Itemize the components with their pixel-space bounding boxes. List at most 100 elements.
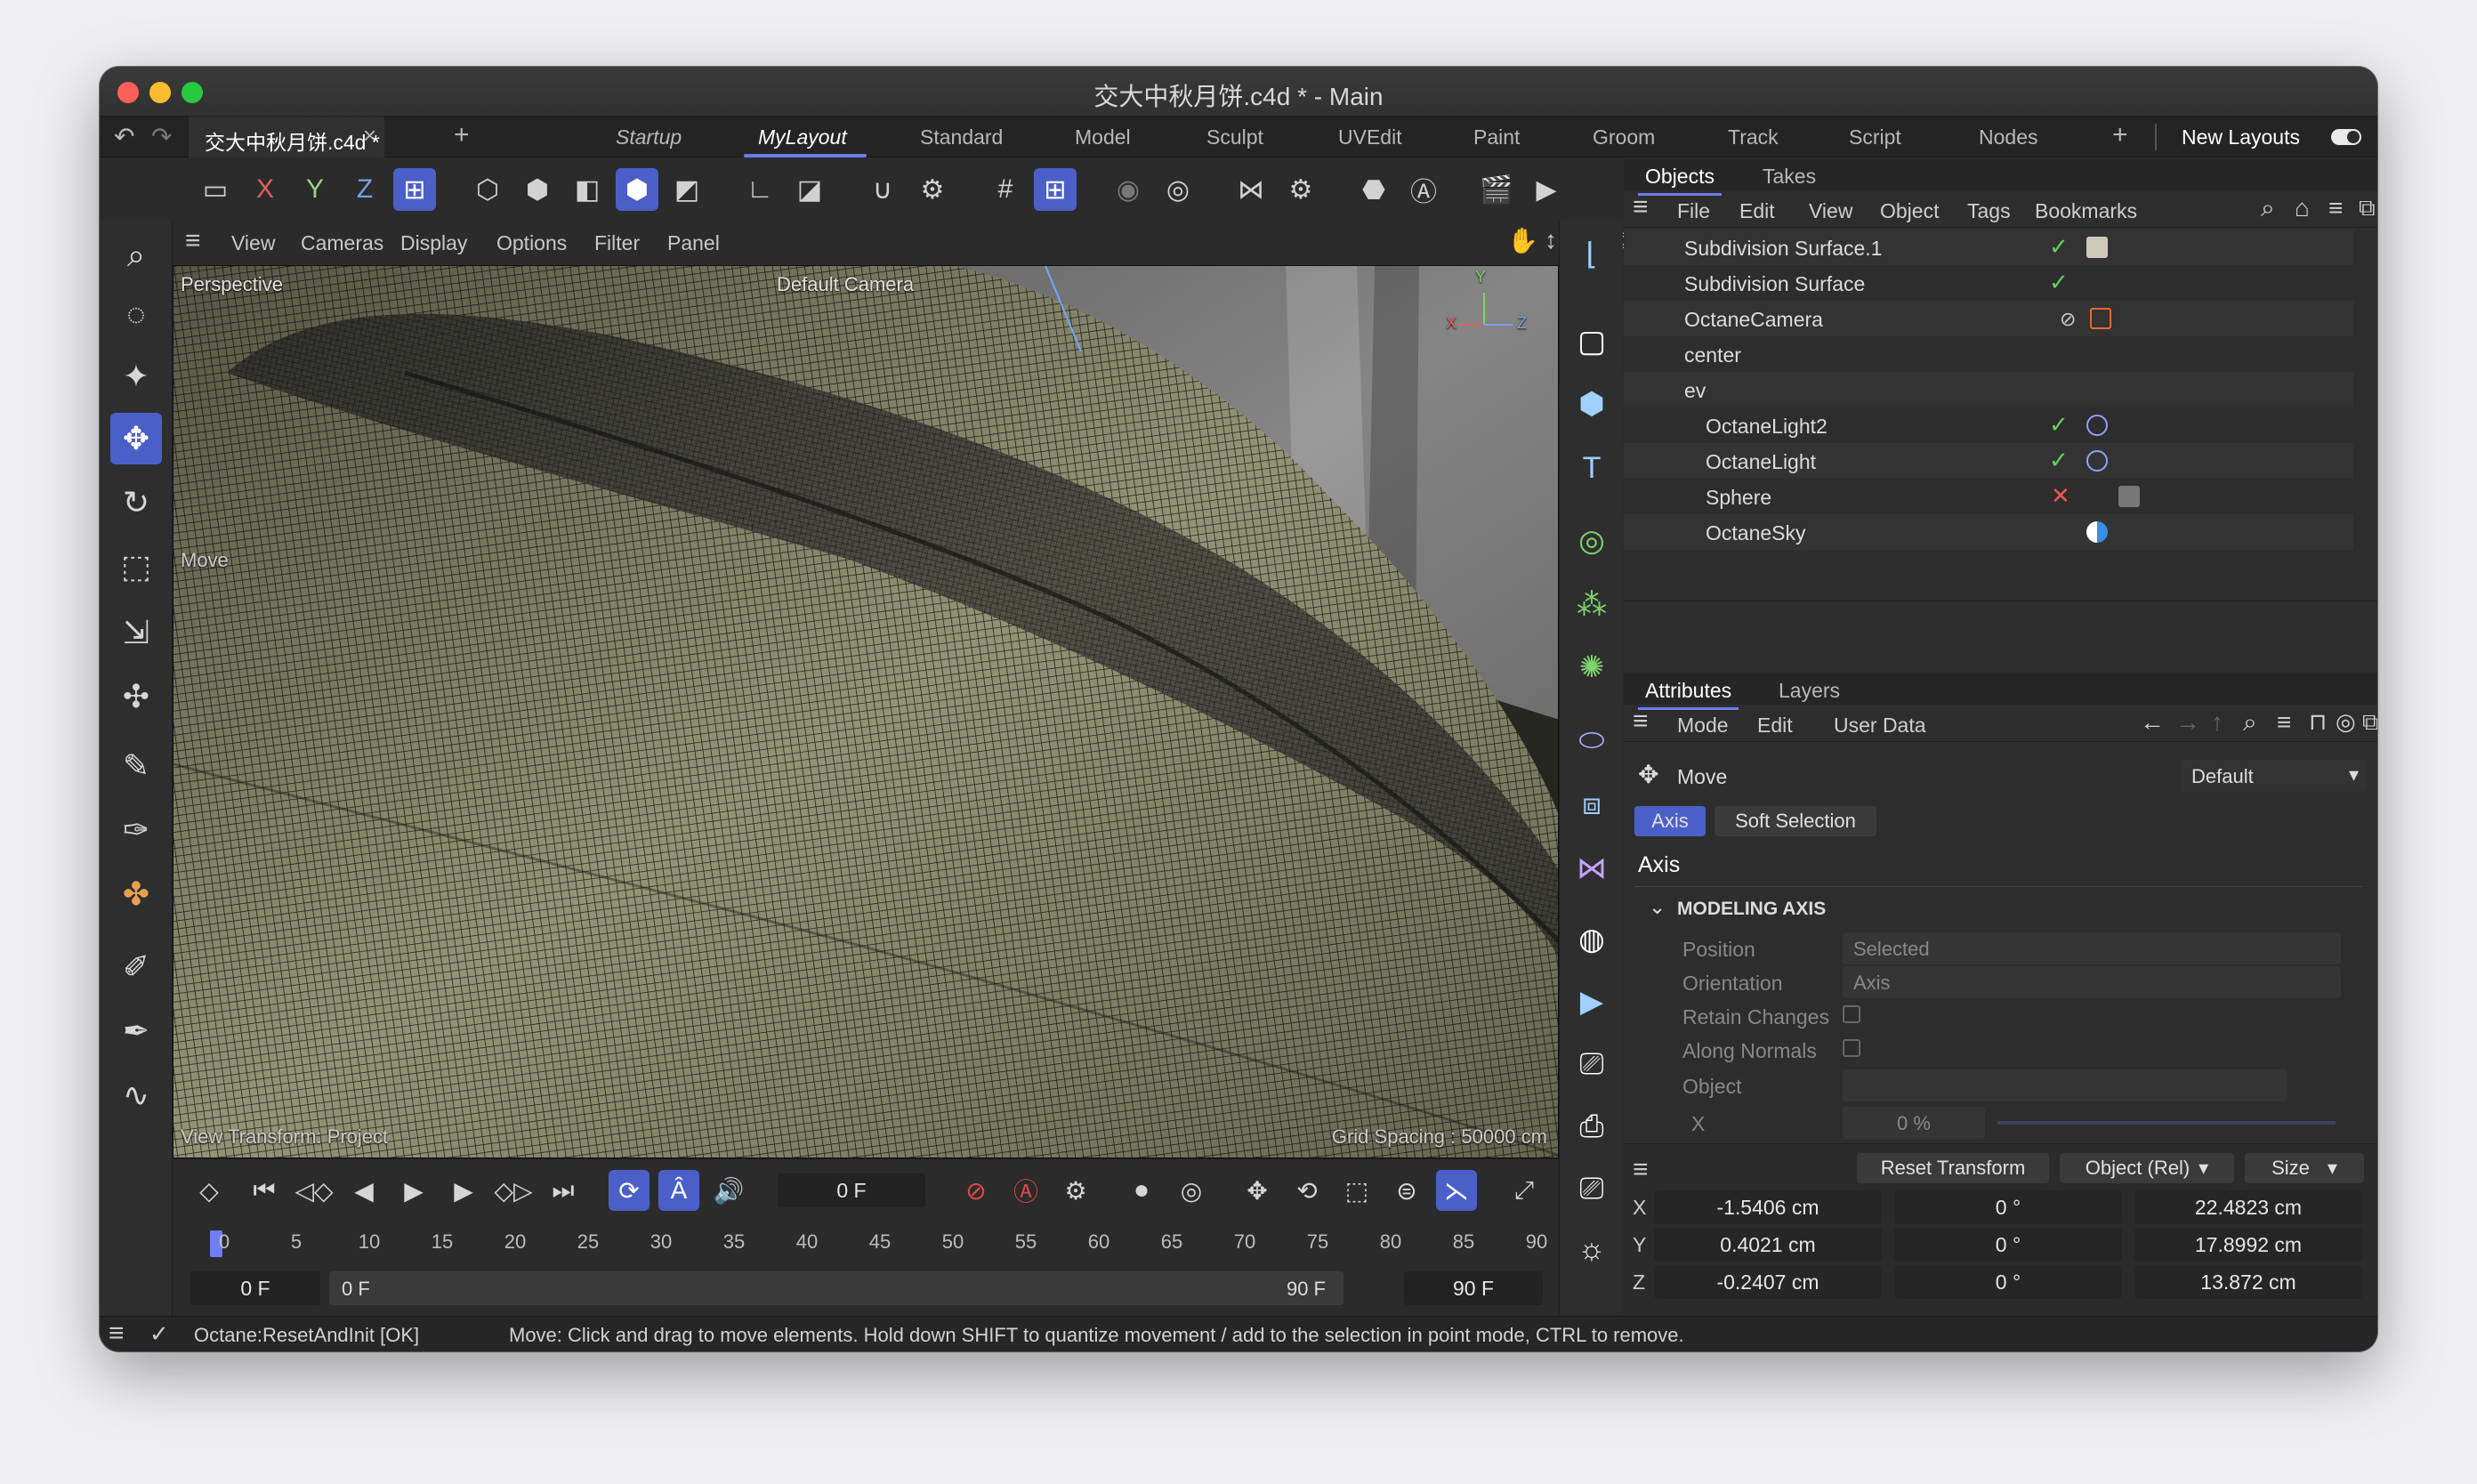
camera-label[interactable]: Default Camera: [777, 273, 914, 296]
loop-icon[interactable]: ⟳: [609, 1170, 650, 1211]
object-row[interactable]: ev: [1624, 372, 2353, 407]
uv-mode-icon[interactable]: ◩: [666, 168, 708, 211]
attributes-new-window-icon[interactable]: ⧉: [2362, 708, 2377, 737]
size-y-field[interactable]: 17.8992 cm: [2134, 1228, 2362, 1262]
sculpt-tool-icon[interactable]: ∿: [110, 1069, 162, 1121]
lock-icon[interactable]: ⊓: [2309, 708, 2327, 736]
layout-tab-uvedit[interactable]: UVEdit: [1338, 125, 1402, 149]
new-layouts-toggle[interactable]: [2331, 129, 2361, 145]
grid-snap-icon[interactable]: #: [984, 168, 1027, 211]
transfer-tool-icon[interactable]: ⇲: [110, 607, 162, 658]
solo-icon[interactable]: ◪: [788, 168, 831, 211]
position-dropdown[interactable]: Selected: [1843, 932, 2341, 964]
coordinate-mode-dropdown[interactable]: Object (Rel) ▾: [2060, 1153, 2234, 1183]
object-row[interactable]: OctaneSky: [1624, 514, 2353, 550]
null-object-icon[interactable]: ⌊: [1567, 230, 1617, 279]
key-position-icon[interactable]: ✥: [1237, 1170, 1278, 1211]
autokey-icon[interactable]: Ⓐ: [1005, 1170, 1046, 1211]
rotation-b-field[interactable]: 0 °: [1894, 1265, 2122, 1299]
viewport-menu-cameras[interactable]: Cameras: [301, 231, 383, 255]
layout-tab-track[interactable]: Track: [1728, 125, 1779, 149]
rotation-h-field[interactable]: 0 °: [1894, 1190, 2122, 1224]
play-icon[interactable]: ▶: [393, 1170, 434, 1211]
disabled-x-icon[interactable]: ✕: [2051, 482, 2070, 510]
key-scale-icon[interactable]: ⬚: [1336, 1170, 1377, 1211]
keyframe-diamond-icon[interactable]: ◇: [189, 1170, 230, 1211]
selection-tools-icon[interactable]: ✦: [110, 351, 162, 402]
edges-mode-icon[interactable]: ⬢: [516, 168, 559, 211]
end-frame-field[interactable]: 90 F: [1404, 1271, 1543, 1305]
motion-record-icon[interactable]: ⏺: [1121, 1170, 1162, 1211]
z-axis-lock-button[interactable]: Z: [343, 168, 386, 211]
y-axis-lock-button[interactable]: Y: [294, 168, 336, 211]
material-tag-icon[interactable]: [2118, 486, 2140, 507]
layout-tab-script[interactable]: Script: [1849, 125, 1901, 149]
objects-home-icon[interactable]: ⌂: [2295, 194, 2310, 222]
viewport-menu-options[interactable]: Options: [496, 231, 567, 255]
document-tab[interactable]: 交大中秋月饼.c4d * ×: [189, 117, 384, 157]
object-row[interactable]: OctaneCamera ⊘: [1624, 301, 2353, 336]
reset-transform-button[interactable]: Reset Transform: [1857, 1153, 2049, 1183]
tab-attributes[interactable]: Attributes: [1637, 679, 1739, 710]
size-x-field[interactable]: 22.4823 cm: [2134, 1190, 2362, 1224]
rotation-p-field[interactable]: 0 °: [1894, 1228, 2122, 1262]
add-layout-button[interactable]: +: [2112, 120, 2128, 150]
object-row[interactable]: Sphere ✕: [1624, 479, 2353, 514]
status-hamburger-icon[interactable]: ≡: [109, 1319, 125, 1349]
enabled-check-icon[interactable]: ✓: [2049, 269, 2069, 296]
knife-tool-icon[interactable]: ✒: [110, 1005, 162, 1057]
light-tag-icon[interactable]: [2086, 450, 2108, 472]
retain-changes-checkbox[interactable]: [1843, 1005, 1860, 1023]
group-title[interactable]: MODELING AXIS: [1677, 899, 1826, 920]
octane-camera-tag-icon[interactable]: [2090, 308, 2111, 329]
axis-mode-icon[interactable]: ∟: [738, 168, 781, 211]
sound-icon[interactable]: 🔊: [708, 1170, 749, 1211]
attributes-menu-edit[interactable]: Edit: [1757, 714, 1793, 738]
spline-tools-icon[interactable]: ✑: [110, 804, 162, 856]
scene-camera-icon[interactable]: ⎚: [1567, 1039, 1617, 1089]
cloner-icon[interactable]: ⁂: [1567, 580, 1617, 630]
objects-filter-icon[interactable]: ≡: [2328, 194, 2343, 222]
x-axis-lock-button[interactable]: X: [244, 168, 286, 211]
objects-menu-file[interactable]: File: [1677, 199, 1710, 223]
layout-tab-sculpt[interactable]: Sculpt: [1206, 125, 1263, 149]
layout-tab-mylayout[interactable]: MyLayout: [758, 125, 847, 149]
objects-search-icon[interactable]: ⌕: [2261, 194, 2275, 223]
object-row[interactable]: Subdivision Surface ✓: [1624, 265, 2353, 301]
key-pla-icon[interactable]: ⋋: [1436, 1170, 1477, 1211]
symmetry-icon[interactable]: ⋈: [1230, 168, 1272, 211]
search-icon[interactable]: ⌕: [110, 230, 162, 281]
live-selection-icon[interactable]: ◌: [110, 288, 162, 340]
next-key-icon[interactable]: ◇▷: [493, 1170, 534, 1211]
auto-mode-icon[interactable]: Ⓐ: [1402, 168, 1445, 211]
object-row[interactable]: center: [1624, 336, 2353, 372]
polygon-pen-icon[interactable]: ✤: [110, 868, 162, 920]
cube-primitive-icon[interactable]: ⬢: [1567, 379, 1617, 429]
key-rotation-icon[interactable]: ⟲: [1287, 1170, 1327, 1211]
object-mode-icon[interactable]: ⬢: [616, 168, 658, 211]
move-tool-icon[interactable]: ✥: [110, 413, 162, 464]
object-row[interactable]: OctaneLight ✓: [1624, 443, 2353, 479]
previous-frame-icon[interactable]: ◀: [343, 1170, 384, 1211]
subtab-soft-selection[interactable]: Soft Selection: [1715, 806, 1876, 836]
rotate-tool-icon[interactable]: ↻: [110, 477, 162, 528]
objects-menu-bookmarks[interactable]: Bookmarks: [2035, 199, 2137, 223]
viewport-menu-view[interactable]: View: [231, 231, 275, 255]
coordinate-system-icon[interactable]: ⊞: [393, 168, 436, 211]
previous-key-icon[interactable]: ◁◇: [294, 1170, 335, 1211]
attributes-hamburger-icon[interactable]: ≡: [1633, 706, 1649, 737]
position-y-field[interactable]: 0.4021 cm: [1654, 1228, 1882, 1262]
object-row[interactable]: OctaneLight2 ✓: [1624, 407, 2353, 443]
placement-tool-icon[interactable]: ✣: [110, 671, 162, 722]
points-mode-icon[interactable]: ⬡: [466, 168, 509, 211]
x-offset-slider[interactable]: [1997, 1121, 2336, 1125]
pan-hand-icon[interactable]: ✋: [1507, 226, 1538, 255]
objects-new-window-icon[interactable]: ⧉: [2359, 194, 2376, 222]
objects-hamburger-icon[interactable]: ≡: [1633, 192, 1649, 222]
tab-objects[interactable]: Objects: [1638, 165, 1722, 196]
size-mode-dropdown[interactable]: Size ▾: [2245, 1153, 2364, 1183]
sequence-camera-icon[interactable]: ⎚: [1567, 1164, 1617, 1214]
preset-dropdown[interactable]: Default ▾: [2181, 760, 2368, 792]
layout-tab-standard[interactable]: Standard: [920, 125, 1003, 149]
render-queue-icon[interactable]: ▶: [1567, 977, 1617, 1027]
